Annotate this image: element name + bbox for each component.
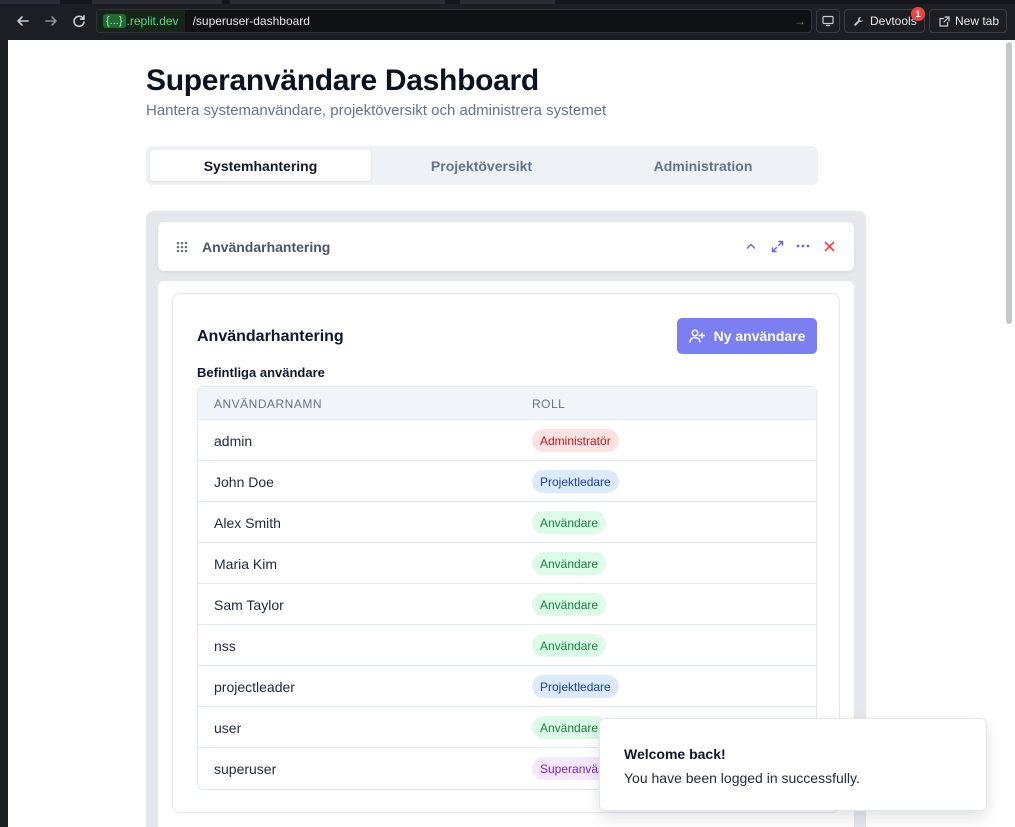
tab-systemhantering[interactable]: Systemhantering bbox=[150, 150, 371, 181]
page-title: Superanvändare Dashboard bbox=[146, 64, 539, 97]
tab-administration[interactable]: Administration bbox=[592, 150, 814, 181]
section-label: Befintliga användare bbox=[197, 365, 325, 380]
role-badge: Projektledare bbox=[532, 675, 619, 698]
table-row[interactable]: admin Administratör bbox=[198, 420, 816, 461]
drag-handle-icon[interactable] bbox=[176, 241, 188, 253]
role-badge: Användare bbox=[532, 593, 607, 616]
column-header-username: ANVÄNDARNAMN bbox=[214, 397, 323, 411]
scrollbar[interactable] bbox=[1003, 40, 1015, 827]
back-icon[interactable] bbox=[12, 10, 34, 32]
close-icon[interactable] bbox=[820, 237, 838, 255]
table-row[interactable]: projectleader Projektledare bbox=[198, 666, 816, 707]
role-badge: Användare bbox=[532, 552, 607, 575]
role-badge: Användare bbox=[532, 716, 607, 739]
page-viewport: Superanvändare Dashboard Hantera systema… bbox=[8, 40, 1003, 827]
devtools-badge: 1 bbox=[911, 7, 925, 21]
go-arrow-icon[interactable]: → bbox=[789, 14, 811, 28]
role-badge: Användare bbox=[532, 511, 607, 534]
toast-title: Welcome back! bbox=[624, 746, 726, 762]
expand-icon[interactable] bbox=[768, 237, 786, 255]
username-cell: Alex Smith bbox=[214, 515, 281, 531]
table-row[interactable]: Maria Kim Användare bbox=[198, 543, 816, 584]
widget-title: Användarhantering bbox=[202, 239, 331, 255]
username-cell: superuser bbox=[214, 761, 277, 777]
table-row[interactable]: nss Användare bbox=[198, 625, 816, 666]
devtools-button[interactable]: Devtools 1 bbox=[844, 7, 925, 33]
toast-message: You have been logged in successfully. bbox=[624, 770, 860, 786]
screen-icon[interactable] bbox=[816, 9, 840, 33]
new-user-label: Ny användare bbox=[713, 328, 806, 344]
url-domain-prefix: {...} bbox=[103, 14, 126, 28]
devtools-label: Devtools bbox=[870, 14, 917, 28]
column-header-role: ROLL bbox=[532, 397, 566, 411]
page-subtitle: Hantera systemanvändare, projektöversikt… bbox=[146, 102, 607, 119]
scrollbar-thumb[interactable] bbox=[1006, 42, 1012, 324]
role-badge: Administratör bbox=[532, 429, 619, 452]
new-user-button[interactable]: Ny användare bbox=[677, 318, 817, 354]
table-row[interactable]: John Doe Projektledare bbox=[198, 461, 816, 502]
username-cell: Sam Taylor bbox=[214, 597, 284, 613]
external-link-icon bbox=[939, 15, 950, 27]
username-cell: user bbox=[214, 720, 242, 736]
url-path: /superuser-dashboard bbox=[192, 14, 310, 28]
table-row[interactable]: Alex Smith Användare bbox=[198, 502, 816, 543]
wrench-icon bbox=[854, 16, 863, 26]
url-domain-text: .replit.dev bbox=[126, 14, 179, 28]
forward-icon[interactable] bbox=[40, 10, 62, 32]
url-domain: {...} .replit.dev bbox=[97, 10, 185, 32]
user-plus-icon bbox=[688, 329, 705, 343]
table-row[interactable]: Sam Taylor Användare bbox=[198, 584, 816, 625]
username-cell: nss bbox=[214, 638, 236, 654]
username-cell: projectleader bbox=[214, 679, 295, 695]
tab-projektoversikt[interactable]: Projektöversikt bbox=[371, 150, 592, 181]
tab-list: Systemhantering Projektöversikt Administ… bbox=[146, 146, 818, 185]
new-tab-label: New tab bbox=[955, 14, 1000, 28]
table-header: ANVÄNDARNAMN ROLL bbox=[198, 387, 816, 420]
tab-strip bbox=[0, 0, 1015, 4]
address-bar[interactable]: {...} .replit.dev /superuser-dashboard → bbox=[96, 9, 812, 33]
role-badge: Projektledare bbox=[532, 470, 619, 493]
browser-toolbar: {...} .replit.dev /superuser-dashboard →… bbox=[0, 0, 1015, 40]
reload-icon[interactable] bbox=[68, 10, 90, 32]
toast-notification[interactable]: Welcome back! You have been logged in su… bbox=[599, 718, 987, 811]
username-cell: John Doe bbox=[214, 474, 274, 490]
card-title: Användarhantering bbox=[197, 328, 344, 345]
new-tab-button[interactable]: New tab bbox=[929, 9, 1007, 33]
chevron-up-icon[interactable] bbox=[742, 237, 760, 255]
more-icon[interactable] bbox=[794, 237, 812, 255]
username-cell: Maria Kim bbox=[214, 556, 278, 572]
role-badge: Användare bbox=[532, 634, 607, 657]
username-cell: admin bbox=[214, 433, 253, 449]
widget-header: Användarhantering bbox=[158, 222, 854, 271]
